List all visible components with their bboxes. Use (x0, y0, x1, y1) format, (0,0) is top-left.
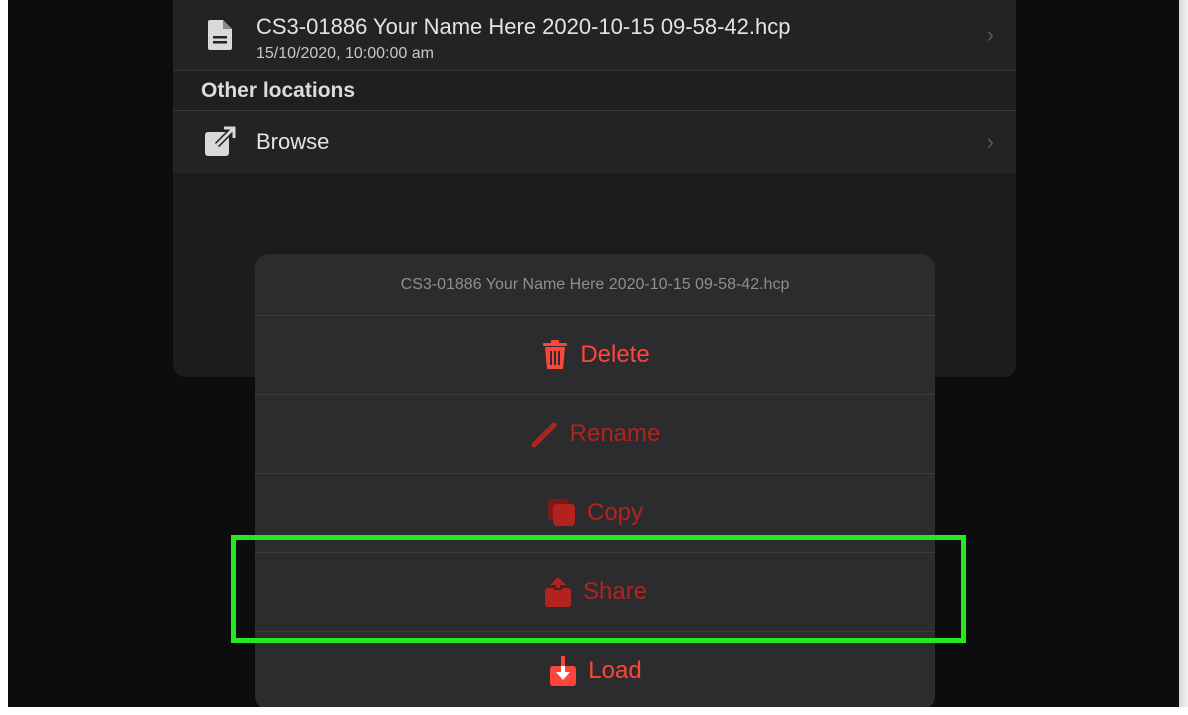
file-row[interactable]: CS3-01886 Your Name Here 2020-10-15 09-5… (173, 0, 1016, 71)
download-icon (548, 656, 578, 686)
share-icon (543, 577, 573, 607)
pencil-icon (530, 419, 560, 449)
screen-bottom-edge (0, 707, 1188, 715)
share-label: Share (582, 578, 648, 605)
copy-label: Copy (586, 499, 644, 526)
delete-button[interactable]: Delete (255, 316, 935, 395)
app-screen: CS3-01886 Your Name Here 2020-10-15 09-5… (8, 0, 1179, 715)
browse-label: Browse (256, 129, 330, 154)
load-label: Load (588, 657, 642, 684)
section-title: Other locations (201, 79, 356, 102)
load-button[interactable]: Load (255, 632, 935, 710)
file-date: 15/10/2020, 10:00:00 am (256, 45, 434, 62)
rename-label: Rename (569, 420, 661, 447)
rename-button[interactable]: Rename (255, 395, 935, 474)
trash-icon (540, 340, 570, 370)
document-icon (203, 18, 237, 52)
file-name: CS3-01886 Your Name Here 2020-10-15 09-5… (256, 14, 791, 39)
action-sheet: CS3-01886 Your Name Here 2020-10-15 09-5… (255, 254, 935, 710)
screen-edge (1179, 0, 1188, 715)
chevron-right-icon: › (986, 129, 994, 154)
external-link-icon (203, 125, 237, 159)
delete-label: Delete (580, 341, 650, 368)
copy-icon (547, 498, 577, 528)
chevron-right-icon: › (986, 22, 994, 47)
action-sheet-title: CS3-01886 Your Name Here 2020-10-15 09-5… (255, 254, 935, 316)
copy-button[interactable]: Copy (255, 474, 935, 553)
share-button[interactable]: Share (255, 553, 935, 632)
section-header: Other locations (173, 71, 1016, 111)
browse-row[interactable]: Browse › (173, 111, 1016, 173)
